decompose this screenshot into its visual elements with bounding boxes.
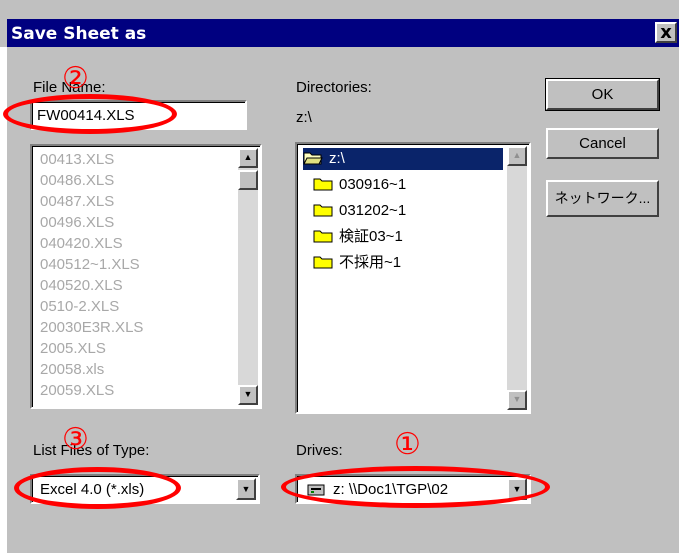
annotation-number-3: ③ [62, 422, 89, 457]
list-item[interactable]: 00487.XLS [40, 191, 143, 212]
directory-list[interactable]: z:\ 030916~1 031202~1 検証03~1 不採用~1 ▲ ▼ [295, 142, 531, 414]
list-item[interactable]: 20059.XLS [40, 380, 143, 401]
dialog-title: Save Sheet as [11, 24, 147, 44]
list-item[interactable]: 0510-2.XLS [40, 296, 143, 317]
file-list-scrollbar[interactable]: ▲ ▼ [238, 148, 258, 405]
chevron-down-icon[interactable]: ▼ [236, 478, 256, 500]
scroll-up-icon[interactable]: ▲ [238, 148, 258, 168]
open-folder-icon [303, 152, 323, 165]
drives-label: Drives: [296, 442, 343, 459]
file-list[interactable]: 00413.XLS 00486.XLS 00487.XLS 00496.XLS … [30, 144, 262, 409]
list-item[interactable]: 20030E3R.XLS [40, 317, 143, 338]
annotation-number-2: ② [62, 61, 89, 96]
annotation-ellipse-file-name [3, 94, 177, 134]
folder-icon [313, 230, 333, 243]
list-item[interactable]: 040520.XLS [40, 275, 143, 296]
list-item[interactable]: 00413.XLS [40, 149, 143, 170]
directory-item[interactable]: 030916~1 [313, 174, 406, 196]
directory-label: 031202~1 [339, 202, 407, 219]
file-list-items: 00413.XLS 00486.XLS 00487.XLS 00496.XLS … [40, 149, 143, 401]
network-button[interactable]: ネットワーク... [546, 180, 659, 217]
left-edge [0, 47, 7, 553]
close-button[interactable]: x [655, 22, 677, 43]
ok-button[interactable]: OK [545, 78, 660, 111]
list-item[interactable]: 00496.XLS [40, 212, 143, 233]
directory-label: 検証03~1 [339, 228, 403, 245]
folder-icon [313, 256, 333, 269]
file-type-label: List Files of Type: [33, 442, 150, 459]
folder-icon [313, 204, 333, 217]
scroll-up-icon[interactable]: ▲ [507, 146, 527, 166]
save-sheet-dialog: Save Sheet as x File Name: FW00414.XLS 0… [0, 0, 679, 553]
scroll-down-icon[interactable]: ▼ [238, 385, 258, 405]
directory-item[interactable]: 031202~1 [313, 200, 406, 222]
scroll-thumb[interactable] [238, 170, 258, 190]
title-bar[interactable]: Save Sheet as x [7, 19, 679, 47]
list-item[interactable]: 20058.xls [40, 359, 143, 380]
directory-label: z:\ [329, 150, 345, 167]
directory-label: 030916~1 [339, 176, 407, 193]
directory-list-scrollbar[interactable]: ▲ ▼ [507, 146, 527, 410]
folder-icon [313, 178, 333, 191]
list-item[interactable]: 00486.XLS [40, 170, 143, 191]
scroll-down-icon[interactable]: ▼ [507, 390, 527, 410]
list-item[interactable]: 040512~1.XLS [40, 254, 143, 275]
directory-item-root[interactable]: z:\ [303, 148, 503, 170]
directory-item[interactable]: 検証03~1 [313, 226, 403, 248]
annotation-ellipse-file-type [14, 467, 181, 509]
cancel-button[interactable]: Cancel [546, 128, 659, 159]
directory-item[interactable]: 不採用~1 [313, 252, 401, 274]
current-directory-path: z:\ [296, 109, 312, 126]
annotation-ellipse-drives [281, 466, 550, 508]
directory-label: 不採用~1 [339, 254, 402, 271]
annotation-number-1: ① [394, 427, 421, 462]
list-item[interactable]: 040420.XLS [40, 233, 143, 254]
list-item[interactable]: 2005.XLS [40, 338, 143, 359]
directories-label: Directories: [296, 79, 372, 96]
